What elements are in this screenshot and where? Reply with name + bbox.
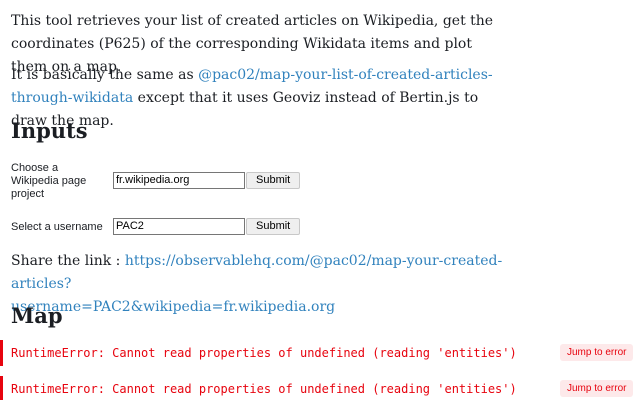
map-heading: Map: [11, 303, 63, 328]
project-input[interactable]: [113, 172, 245, 189]
error-message: RuntimeError: Cannot read properties of …: [11, 382, 517, 396]
project-label: Choose a Wikipedia page project: [11, 162, 87, 200]
project-submit-button[interactable]: Submit: [246, 172, 301, 189]
jump-to-error-button[interactable]: Jump to error: [560, 380, 634, 397]
error-cell: RuntimeError: Cannot read properties of …: [0, 376, 640, 400]
error-message: RuntimeError: Cannot read properties of …: [11, 346, 517, 360]
username-submit-button[interactable]: Submit: [246, 218, 301, 235]
notebook-page: This tool retrieves your list of created…: [0, 0, 640, 400]
share-prefix: Share the link :: [11, 253, 125, 269]
error-indicator-bar: [0, 340, 3, 366]
username-label: Select a username: [11, 221, 103, 233]
project-form: Choose a Wikipedia page project Submit: [11, 160, 431, 200]
inputs-heading: Inputs: [11, 118, 88, 143]
username-input[interactable]: [113, 218, 245, 235]
share-paragraph: Share the link : https://observablehq.co…: [11, 250, 531, 319]
comparison-prefix: It is basically the same as: [11, 67, 199, 83]
jump-to-error-button[interactable]: Jump to error: [560, 344, 634, 361]
error-indicator-bar: [0, 376, 3, 400]
error-cell: RuntimeError: Cannot read properties of …: [0, 340, 640, 366]
